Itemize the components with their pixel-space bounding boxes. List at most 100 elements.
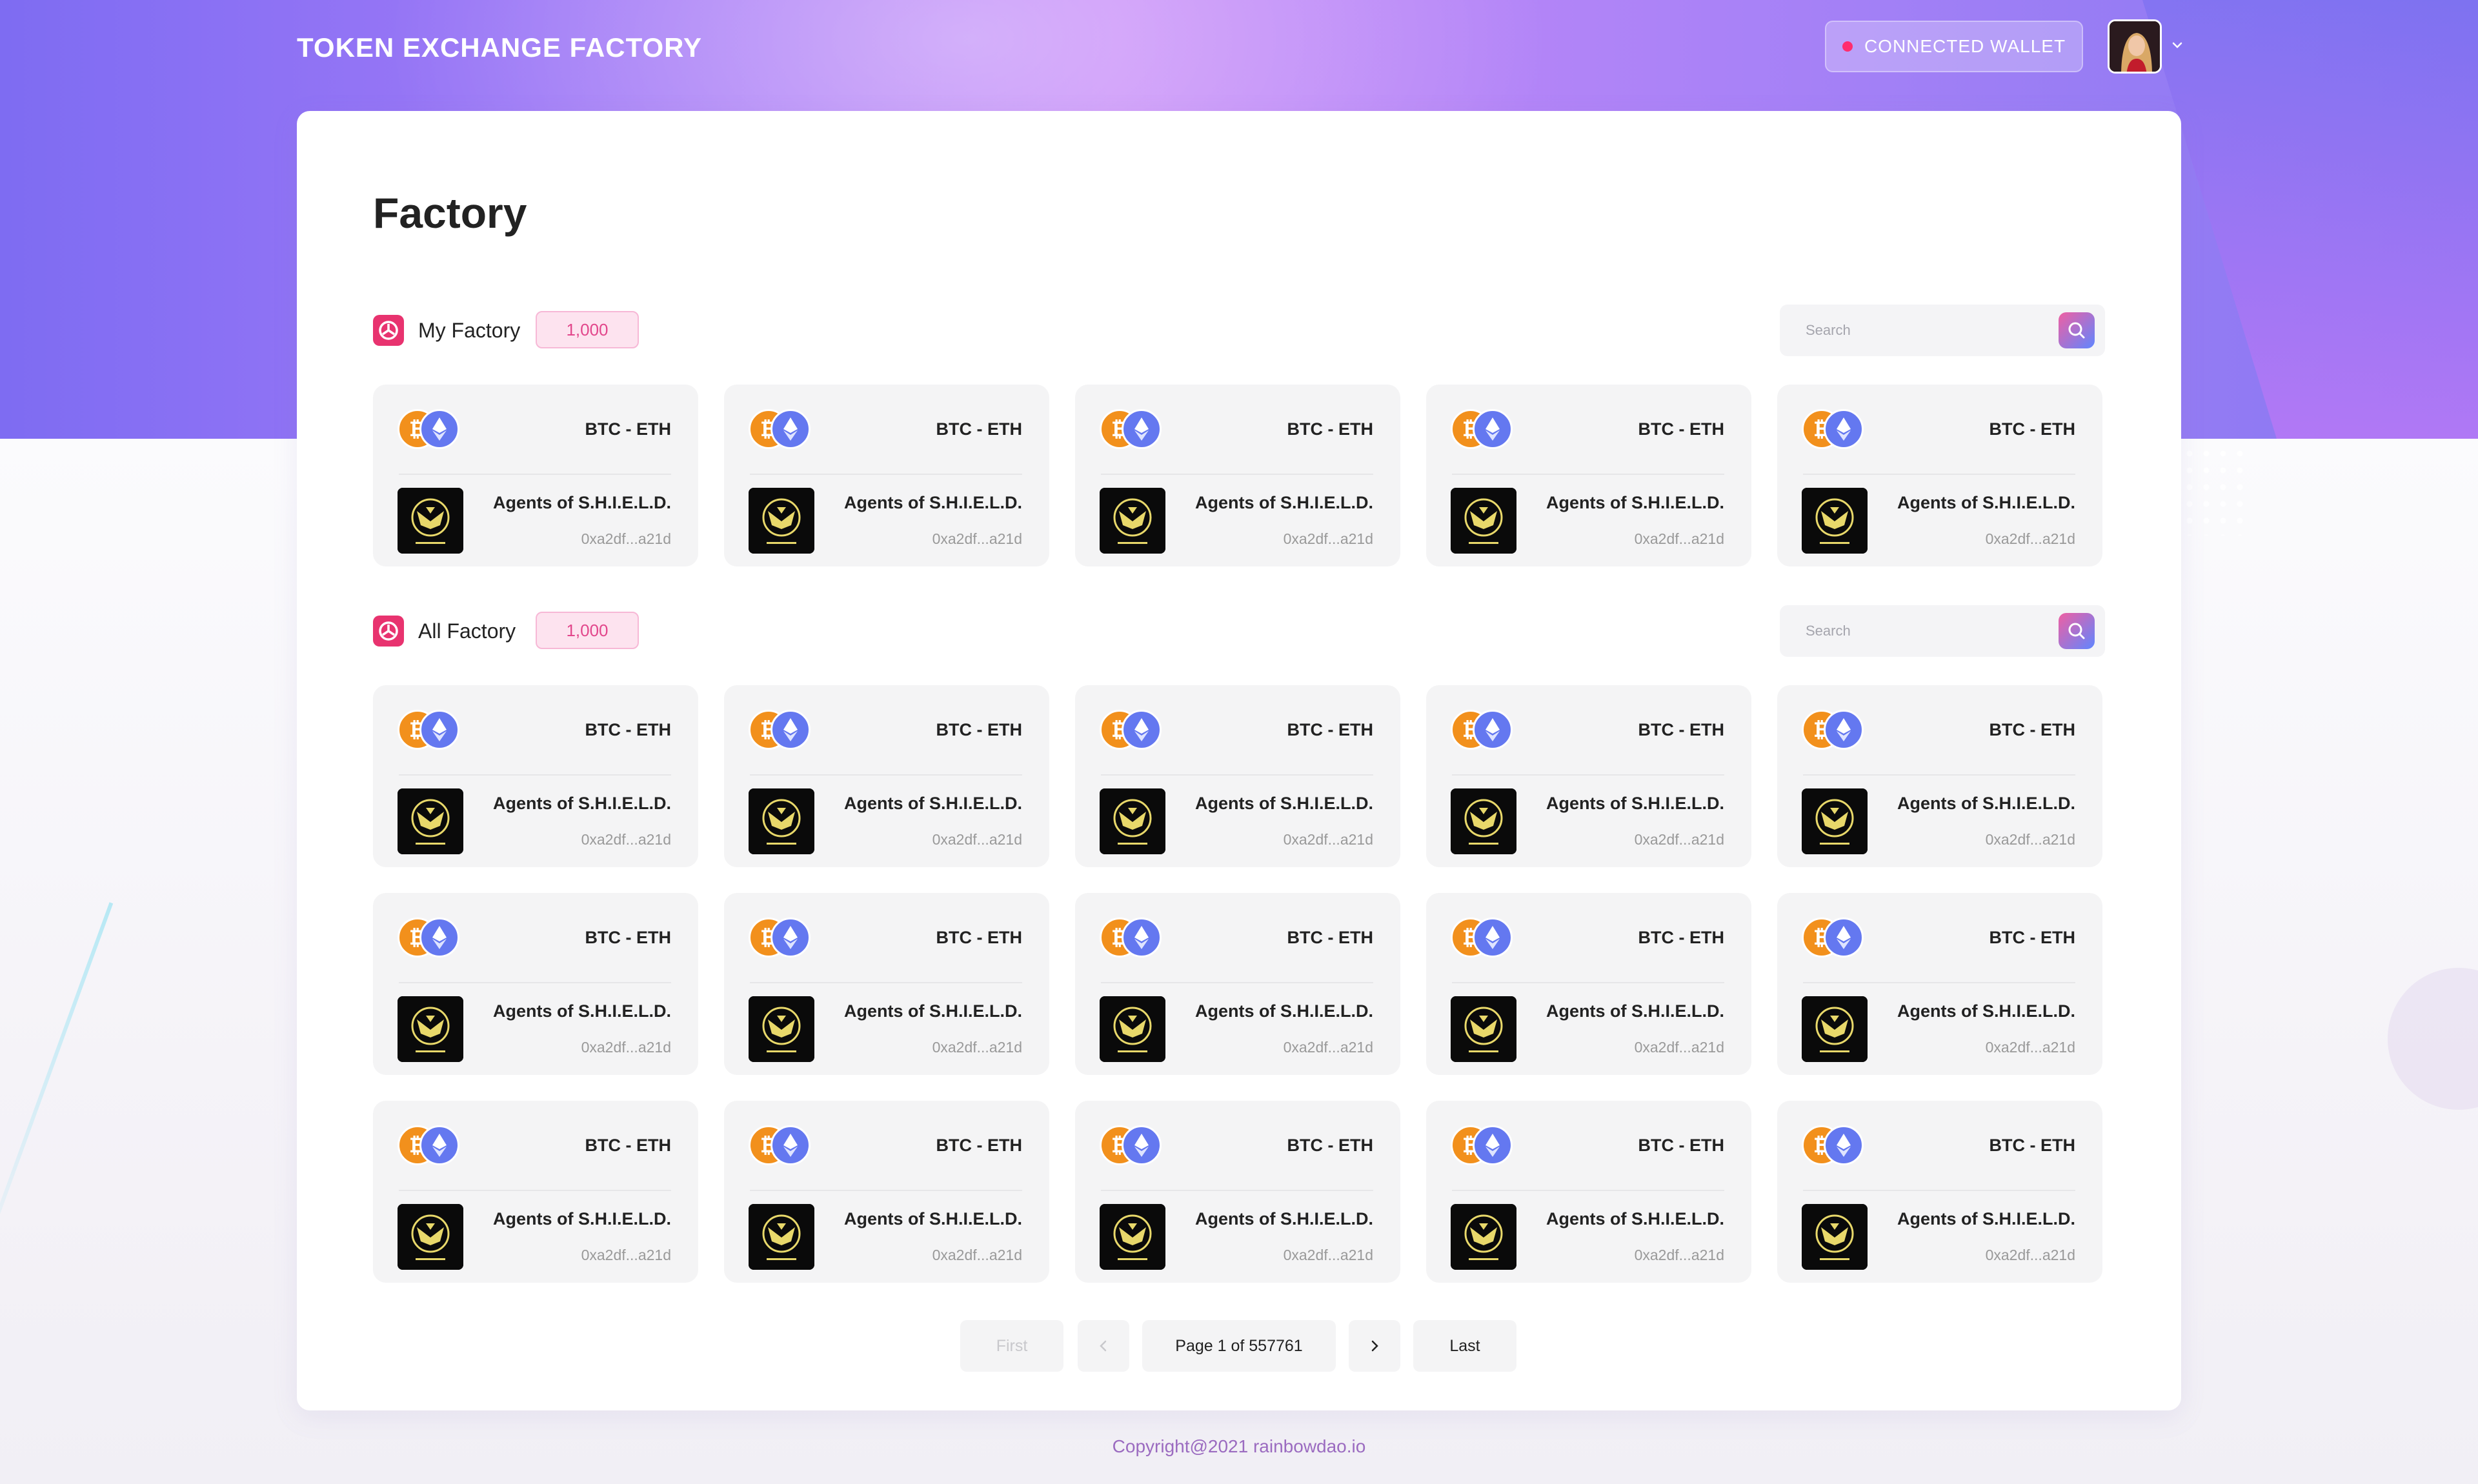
my-factory-search-button[interactable] xyxy=(2059,312,2095,348)
tile-divider xyxy=(1803,1190,2075,1191)
token-pair-icons: ₿ xyxy=(398,917,468,959)
shield-logo-icon xyxy=(749,1204,814,1270)
factory-tile[interactable]: ₿ BTC - ETH Agents of S.H.I.E.L.D. 0xa2d… xyxy=(373,1101,698,1283)
tile-divider xyxy=(750,982,1022,983)
shield-logo-icon xyxy=(749,996,814,1062)
token-pair-icons: ₿ xyxy=(749,917,820,959)
token-pair-label: BTC - ETH xyxy=(1989,419,2075,439)
token-name: Agents of S.H.I.E.L.D. xyxy=(1546,1209,1724,1228)
factory-logo-icon xyxy=(373,616,404,647)
tile-divider xyxy=(1101,982,1373,983)
factory-tile[interactable]: ₿ BTC - ETH Agents of S.H.I.E.L.D. 0xa2d… xyxy=(1075,685,1400,867)
token-address: 0xa2df...a21d xyxy=(932,530,1022,547)
token-pair-label: BTC - ETH xyxy=(1287,928,1373,947)
first-page-button[interactable]: First xyxy=(960,1320,1063,1372)
factory-tile[interactable]: ₿ BTC - ETH Agents of S.H.I.E.L.D. 0xa2d… xyxy=(724,385,1049,567)
last-page-button[interactable]: Last xyxy=(1413,1320,1516,1372)
token-pair-icons: ₿ xyxy=(398,409,468,450)
factory-tile[interactable]: ₿ BTC - ETH Agents of S.H.I.E.L.D. 0xa2d… xyxy=(1426,385,1751,567)
token-name: Agents of S.H.I.E.L.D. xyxy=(492,1001,671,1021)
tile-divider xyxy=(1101,774,1373,776)
background-dots xyxy=(2181,445,2252,536)
token-pair-icons: ₿ xyxy=(749,710,820,751)
factory-tile[interactable]: ₿ BTC - ETH Agents of S.H.I.E.L.D. 0xa2d… xyxy=(724,893,1049,1075)
token-name: Agents of S.H.I.E.L.D. xyxy=(1194,1001,1373,1021)
my-factory-search xyxy=(1780,305,2105,356)
factory-tile[interactable]: ₿ BTC - ETH Agents of S.H.I.E.L.D. 0xa2d… xyxy=(724,1101,1049,1283)
tile-divider xyxy=(399,1190,671,1191)
ethereum-icon xyxy=(419,1125,459,1165)
my-factory-search-input[interactable] xyxy=(1780,305,2051,356)
token-pair-icons: ₿ xyxy=(1451,1125,1522,1167)
factory-tile[interactable]: ₿ BTC - ETH Agents of S.H.I.E.L.D. 0xa2d… xyxy=(373,685,698,867)
token-address: 0xa2df...a21d xyxy=(932,1247,1022,1263)
token-name: Agents of S.H.I.E.L.D. xyxy=(1897,794,2075,813)
ethereum-icon xyxy=(1122,409,1162,449)
token-address: 0xa2df...a21d xyxy=(1985,1247,2075,1263)
token-address: 0xa2df...a21d xyxy=(581,1247,671,1263)
shield-logo-icon xyxy=(1100,1204,1165,1270)
factory-tile[interactable]: ₿ BTC - ETH Agents of S.H.I.E.L.D. 0xa2d… xyxy=(1777,685,2102,867)
factory-logo-icon xyxy=(373,315,404,346)
tile-divider xyxy=(1452,774,1724,776)
token-address: 0xa2df...a21d xyxy=(1634,1039,1724,1056)
tile-divider xyxy=(1803,982,2075,983)
ethereum-icon xyxy=(1824,409,1864,449)
token-pair-icons: ₿ xyxy=(1451,917,1522,959)
connected-wallet-button[interactable]: CONNECTED WALLET xyxy=(1825,21,2083,72)
token-pair-label: BTC - ETH xyxy=(936,419,1022,439)
token-address: 0xa2df...a21d xyxy=(1634,530,1724,547)
token-pair-label: BTC - ETH xyxy=(1638,928,1724,947)
my-factory-label: My Factory xyxy=(418,319,521,342)
token-address: 0xa2df...a21d xyxy=(581,530,671,547)
factory-tile[interactable]: ₿ BTC - ETH Agents of S.H.I.E.L.D. 0xa2d… xyxy=(1426,1101,1751,1283)
factory-tile[interactable]: ₿ BTC - ETH Agents of S.H.I.E.L.D. 0xa2d… xyxy=(1075,385,1400,567)
chevron-down-icon[interactable] xyxy=(2170,37,2185,53)
factory-tile[interactable]: ₿ BTC - ETH Agents of S.H.I.E.L.D. 0xa2d… xyxy=(1075,1101,1400,1283)
token-name: Agents of S.H.I.E.L.D. xyxy=(1546,794,1724,813)
avatar[interactable] xyxy=(2108,19,2162,74)
factory-tile[interactable]: ₿ BTC - ETH Agents of S.H.I.E.L.D. 0xa2d… xyxy=(1075,893,1400,1075)
all-factory-search-input[interactable] xyxy=(1780,605,2051,657)
token-address: 0xa2df...a21d xyxy=(1985,530,2075,547)
factory-tile[interactable]: ₿ BTC - ETH Agents of S.H.I.E.L.D. 0xa2d… xyxy=(1777,385,2102,567)
ethereum-icon xyxy=(771,917,811,958)
token-address: 0xa2df...a21d xyxy=(1283,1247,1373,1263)
shield-logo-icon xyxy=(749,488,814,554)
prev-page-button[interactable] xyxy=(1078,1320,1129,1372)
token-pair-label: BTC - ETH xyxy=(1287,720,1373,739)
factory-tile[interactable]: ₿ BTC - ETH Agents of S.H.I.E.L.D. 0xa2d… xyxy=(1777,1101,2102,1283)
token-address: 0xa2df...a21d xyxy=(581,1039,671,1056)
all-factory-search-button[interactable] xyxy=(2059,613,2095,649)
factory-tile[interactable]: ₿ BTC - ETH Agents of S.H.I.E.L.D. 0xa2d… xyxy=(373,893,698,1075)
shield-logo-icon xyxy=(1802,788,1868,854)
ethereum-icon xyxy=(1473,409,1513,449)
ethereum-icon xyxy=(1122,917,1162,958)
token-address: 0xa2df...a21d xyxy=(1634,831,1724,848)
token-name: Agents of S.H.I.E.L.D. xyxy=(1194,794,1373,813)
shield-logo-icon xyxy=(1100,788,1165,854)
factory-tile[interactable]: ₿ BTC - ETH Agents of S.H.I.E.L.D. 0xa2d… xyxy=(373,385,698,567)
factory-tile[interactable]: ₿ BTC - ETH Agents of S.H.I.E.L.D. 0xa2d… xyxy=(1426,685,1751,867)
token-pair-label: BTC - ETH xyxy=(1989,720,2075,739)
factory-tile[interactable]: ₿ BTC - ETH Agents of S.H.I.E.L.D. 0xa2d… xyxy=(1426,893,1751,1075)
token-pair-icons: ₿ xyxy=(1100,710,1171,751)
wallet-status-dot xyxy=(1842,41,1853,52)
factory-tile[interactable]: ₿ BTC - ETH Agents of S.H.I.E.L.D. 0xa2d… xyxy=(1777,893,2102,1075)
token-pair-icons: ₿ xyxy=(749,409,820,450)
brand-title[interactable]: TOKEN EXCHANGE FACTORY xyxy=(297,32,702,63)
factory-tile[interactable]: ₿ BTC - ETH Agents of S.H.I.E.L.D. 0xa2d… xyxy=(724,685,1049,867)
tile-divider xyxy=(1101,1190,1373,1191)
next-page-button[interactable] xyxy=(1349,1320,1400,1372)
token-address: 0xa2df...a21d xyxy=(1283,1039,1373,1056)
page-info: Page 1 of 557761 xyxy=(1142,1320,1336,1372)
ethereum-icon xyxy=(771,1125,811,1165)
token-pair-label: BTC - ETH xyxy=(936,928,1022,947)
ethereum-icon xyxy=(419,710,459,750)
token-pair-label: BTC - ETH xyxy=(585,419,671,439)
ethereum-icon xyxy=(1473,917,1513,958)
token-pair-icons: ₿ xyxy=(1451,409,1522,450)
tile-divider xyxy=(1803,774,2075,776)
footer-copyright: Copyright@2021 rainbowdao.io xyxy=(1112,1436,1366,1456)
ethereum-icon xyxy=(1122,710,1162,750)
